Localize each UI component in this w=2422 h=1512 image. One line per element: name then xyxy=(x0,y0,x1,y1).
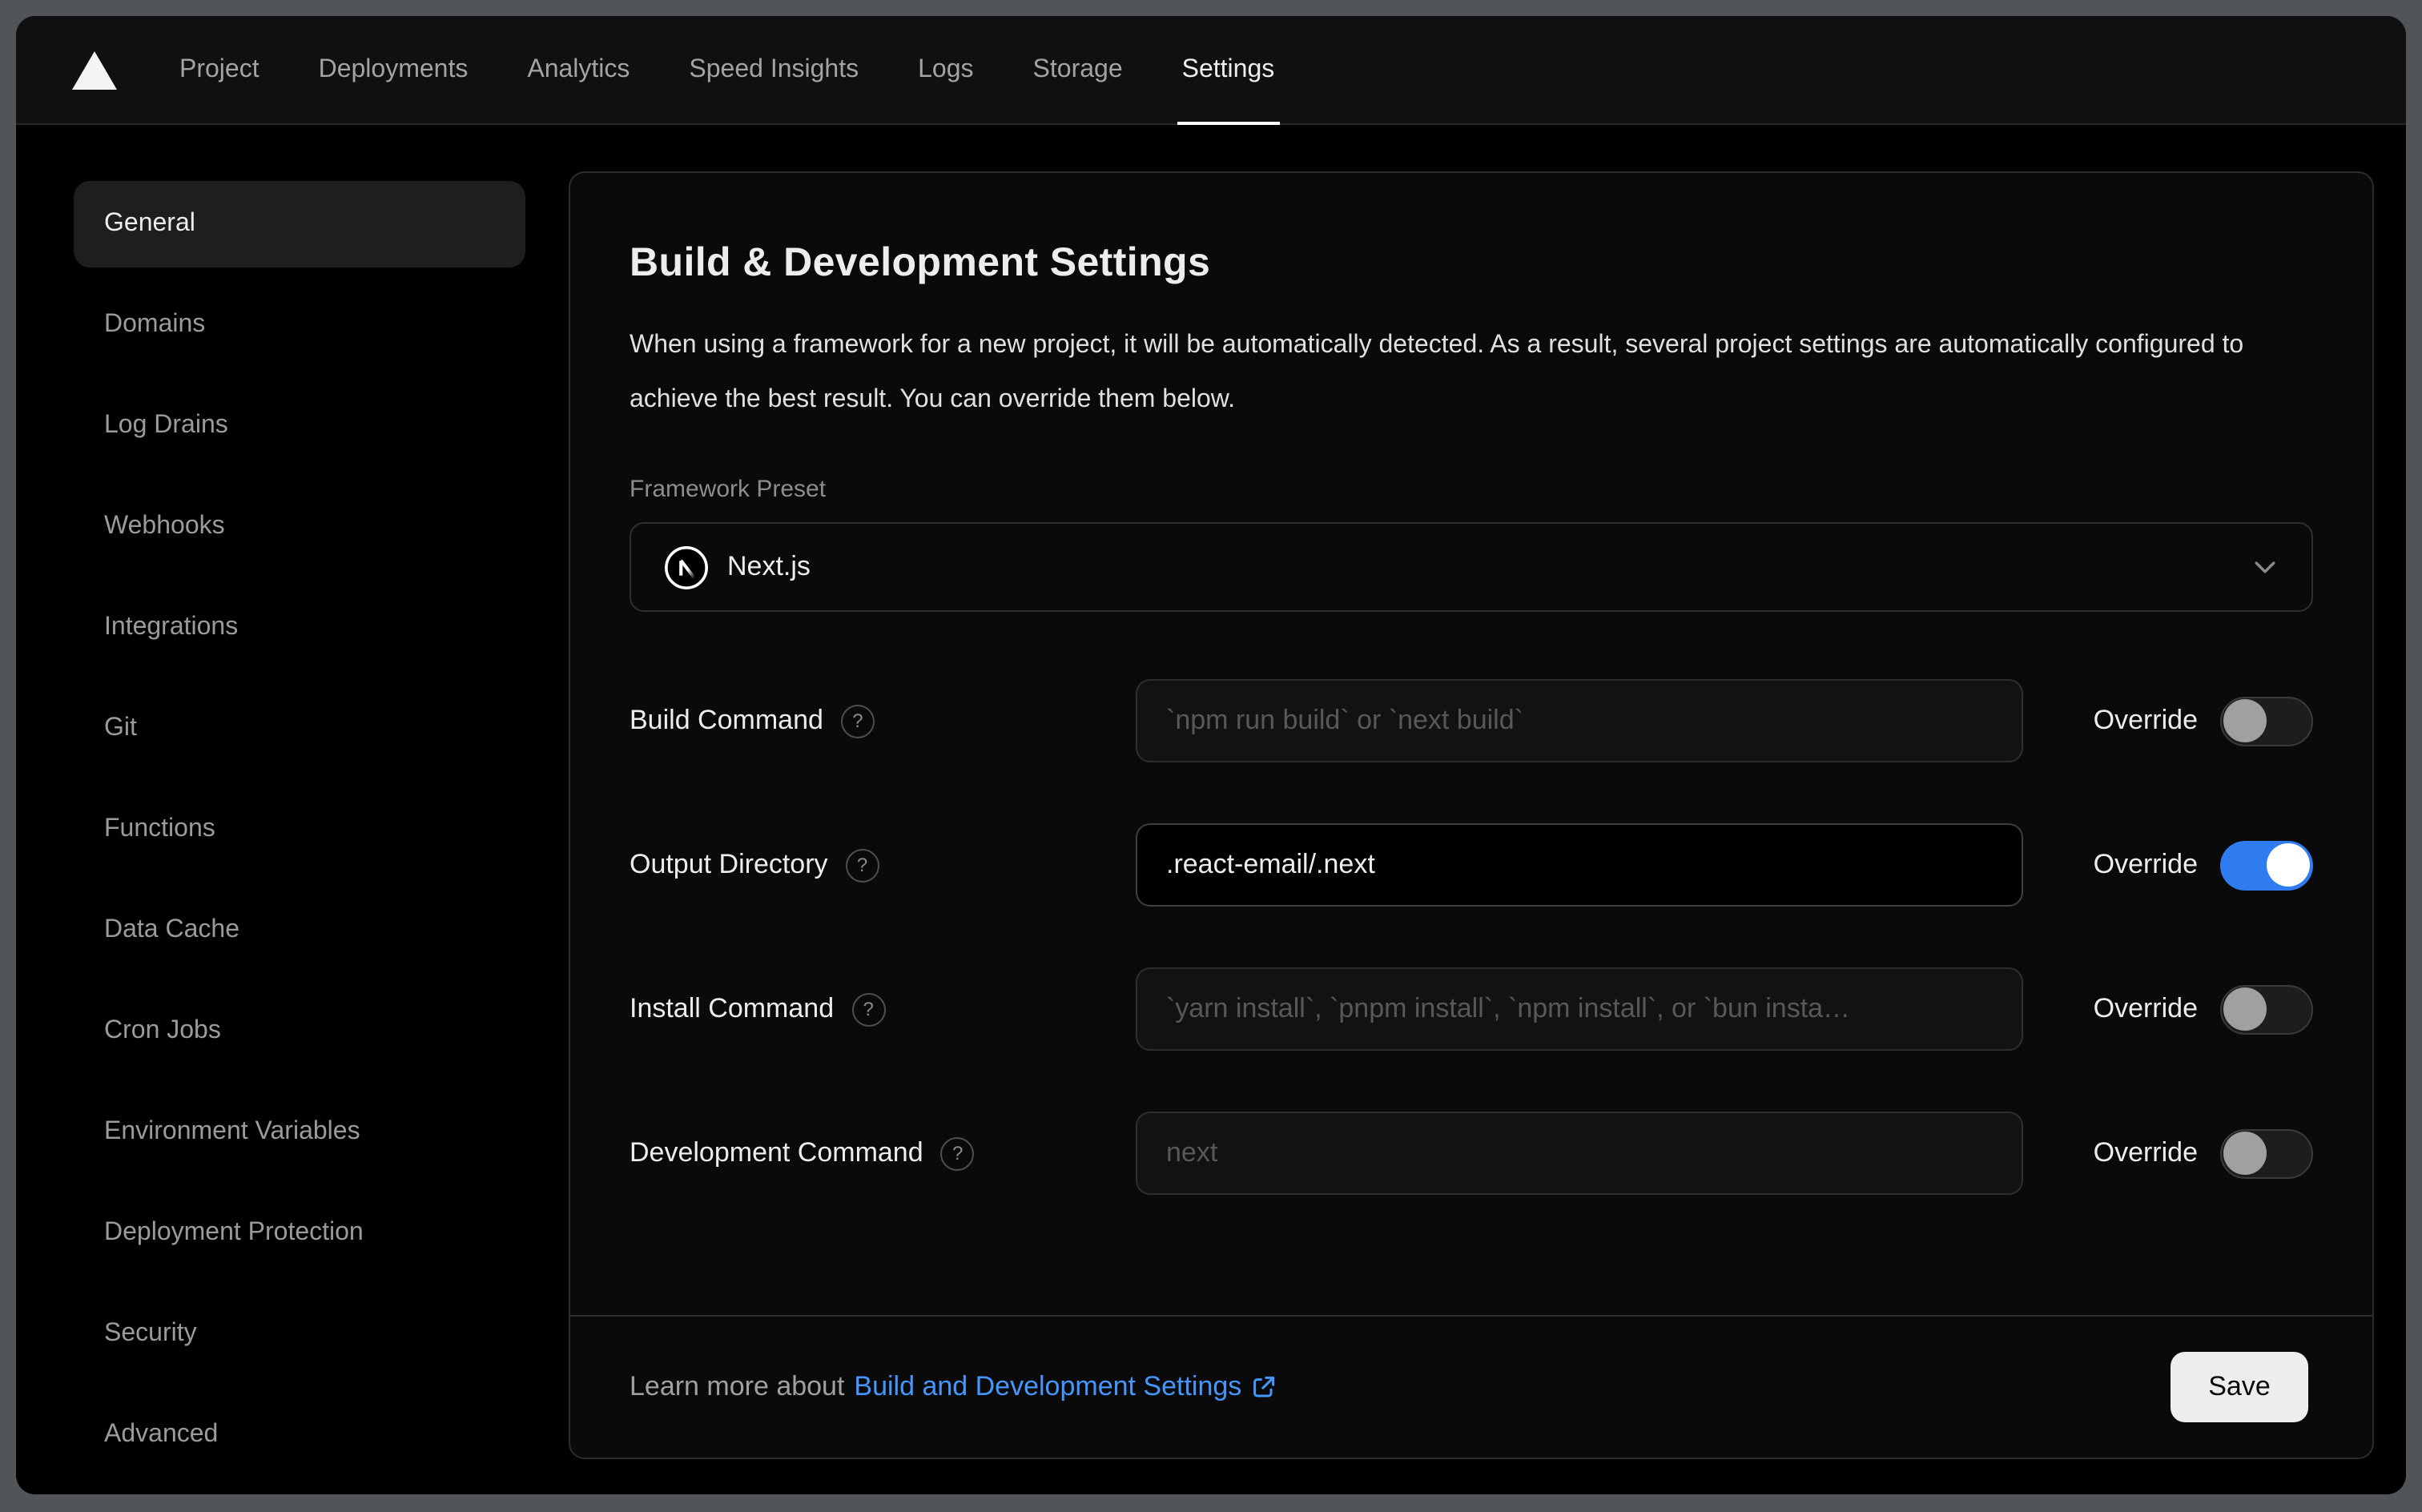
development-command-override-toggle[interactable] xyxy=(2220,1128,2313,1178)
doc-link-label: Build and Development Settings xyxy=(854,1371,1242,1401)
output-directory-row: Output Directory ? Override xyxy=(630,823,2313,907)
sidebar-item-data-cache[interactable]: Data Cache xyxy=(74,887,525,974)
install-command-label: Install Command xyxy=(630,993,835,1023)
development-command-row: Development Command ? Override xyxy=(630,1112,2313,1195)
help-icon[interactable]: ? xyxy=(851,992,886,1026)
screen: Project Deployments Analytics Speed Insi… xyxy=(0,0,2422,1512)
help-icon[interactable]: ? xyxy=(845,848,879,882)
sidebar-item-general[interactable]: General xyxy=(74,181,525,267)
override-label: Override xyxy=(2093,849,2198,879)
settings-page: General Domains Log Drains Webhooks Inte… xyxy=(16,125,2406,1494)
settings-sidebar: General Domains Log Drains Webhooks Inte… xyxy=(74,181,525,1478)
development-command-input xyxy=(1136,1112,2023,1195)
framework-preset-select[interactable]: Next.js xyxy=(630,522,2313,612)
chevron-down-icon xyxy=(2251,553,2279,581)
sidebar-item-integrations[interactable]: Integrations xyxy=(74,585,525,671)
sidebar-item-log-drains[interactable]: Log Drains xyxy=(74,383,525,469)
command-rows: Build Command ? Override Output D xyxy=(630,679,2313,1195)
tab-storage[interactable]: Storage xyxy=(1033,16,1123,123)
output-directory-override-toggle[interactable] xyxy=(2220,840,2313,890)
sidebar-item-git[interactable]: Git xyxy=(74,686,525,772)
sidebar-item-domains[interactable]: Domains xyxy=(74,282,525,368)
tab-deployments[interactable]: Deployments xyxy=(319,16,469,123)
override-label: Override xyxy=(2093,993,2198,1023)
sidebar-item-webhooks[interactable]: Webhooks xyxy=(74,484,525,570)
nextjs-logo-icon xyxy=(665,545,708,589)
install-command-input xyxy=(1136,967,2023,1051)
sidebar-item-cron-jobs[interactable]: Cron Jobs xyxy=(74,988,525,1075)
build-command-row: Build Command ? Override xyxy=(630,679,2313,762)
build-dev-settings-doc-link[interactable]: Build and Development Settings xyxy=(854,1371,1277,1403)
output-directory-input[interactable] xyxy=(1136,823,2023,907)
build-dev-settings-card: Build & Development Settings When using … xyxy=(569,171,2374,1459)
app-window: Project Deployments Analytics Speed Insi… xyxy=(16,16,2406,1494)
top-nav: Project Deployments Analytics Speed Insi… xyxy=(16,16,2406,125)
learn-more-prefix: Learn more about xyxy=(630,1371,845,1401)
save-button[interactable]: Save xyxy=(2171,1352,2308,1422)
sidebar-item-security[interactable]: Security xyxy=(74,1291,525,1377)
sidebar-item-functions[interactable]: Functions xyxy=(74,786,525,873)
tab-project[interactable]: Project xyxy=(179,16,260,123)
development-command-label: Development Command xyxy=(630,1137,923,1168)
build-command-input xyxy=(1136,679,2023,762)
help-icon[interactable]: ? xyxy=(940,1136,975,1170)
tab-logs[interactable]: Logs xyxy=(918,16,973,123)
learn-more-text: Learn more about Build and Development S… xyxy=(630,1371,1277,1403)
framework-preset-value: Next.js xyxy=(727,551,811,581)
install-command-override-toggle[interactable] xyxy=(2220,984,2313,1034)
sidebar-item-advanced[interactable]: Advanced xyxy=(74,1392,525,1478)
card-title: Build & Development Settings xyxy=(630,240,1211,285)
build-command-label: Build Command xyxy=(630,705,823,735)
override-label: Override xyxy=(2093,705,2198,735)
tab-analytics[interactable]: Analytics xyxy=(527,16,630,123)
vercel-triangle-icon[interactable] xyxy=(72,50,117,89)
output-directory-label: Output Directory xyxy=(630,849,828,879)
build-command-override-toggle[interactable] xyxy=(2220,696,2313,746)
help-icon[interactable]: ? xyxy=(840,704,875,738)
sidebar-item-deployment-protection[interactable]: Deployment Protection xyxy=(74,1190,525,1277)
external-link-icon xyxy=(1253,1376,1275,1397)
install-command-row: Install Command ? Override xyxy=(630,967,2313,1051)
tab-speed-insights[interactable]: Speed Insights xyxy=(689,16,859,123)
tab-settings[interactable]: Settings xyxy=(1177,16,1279,125)
sidebar-item-environment-variables[interactable]: Environment Variables xyxy=(74,1089,525,1176)
card-description: When using a framework for a new project… xyxy=(630,332,2244,413)
override-label: Override xyxy=(2093,1137,2198,1168)
card-footer: Learn more about Build and Development S… xyxy=(570,1315,2372,1458)
framework-preset-label: Framework Preset xyxy=(630,476,827,503)
